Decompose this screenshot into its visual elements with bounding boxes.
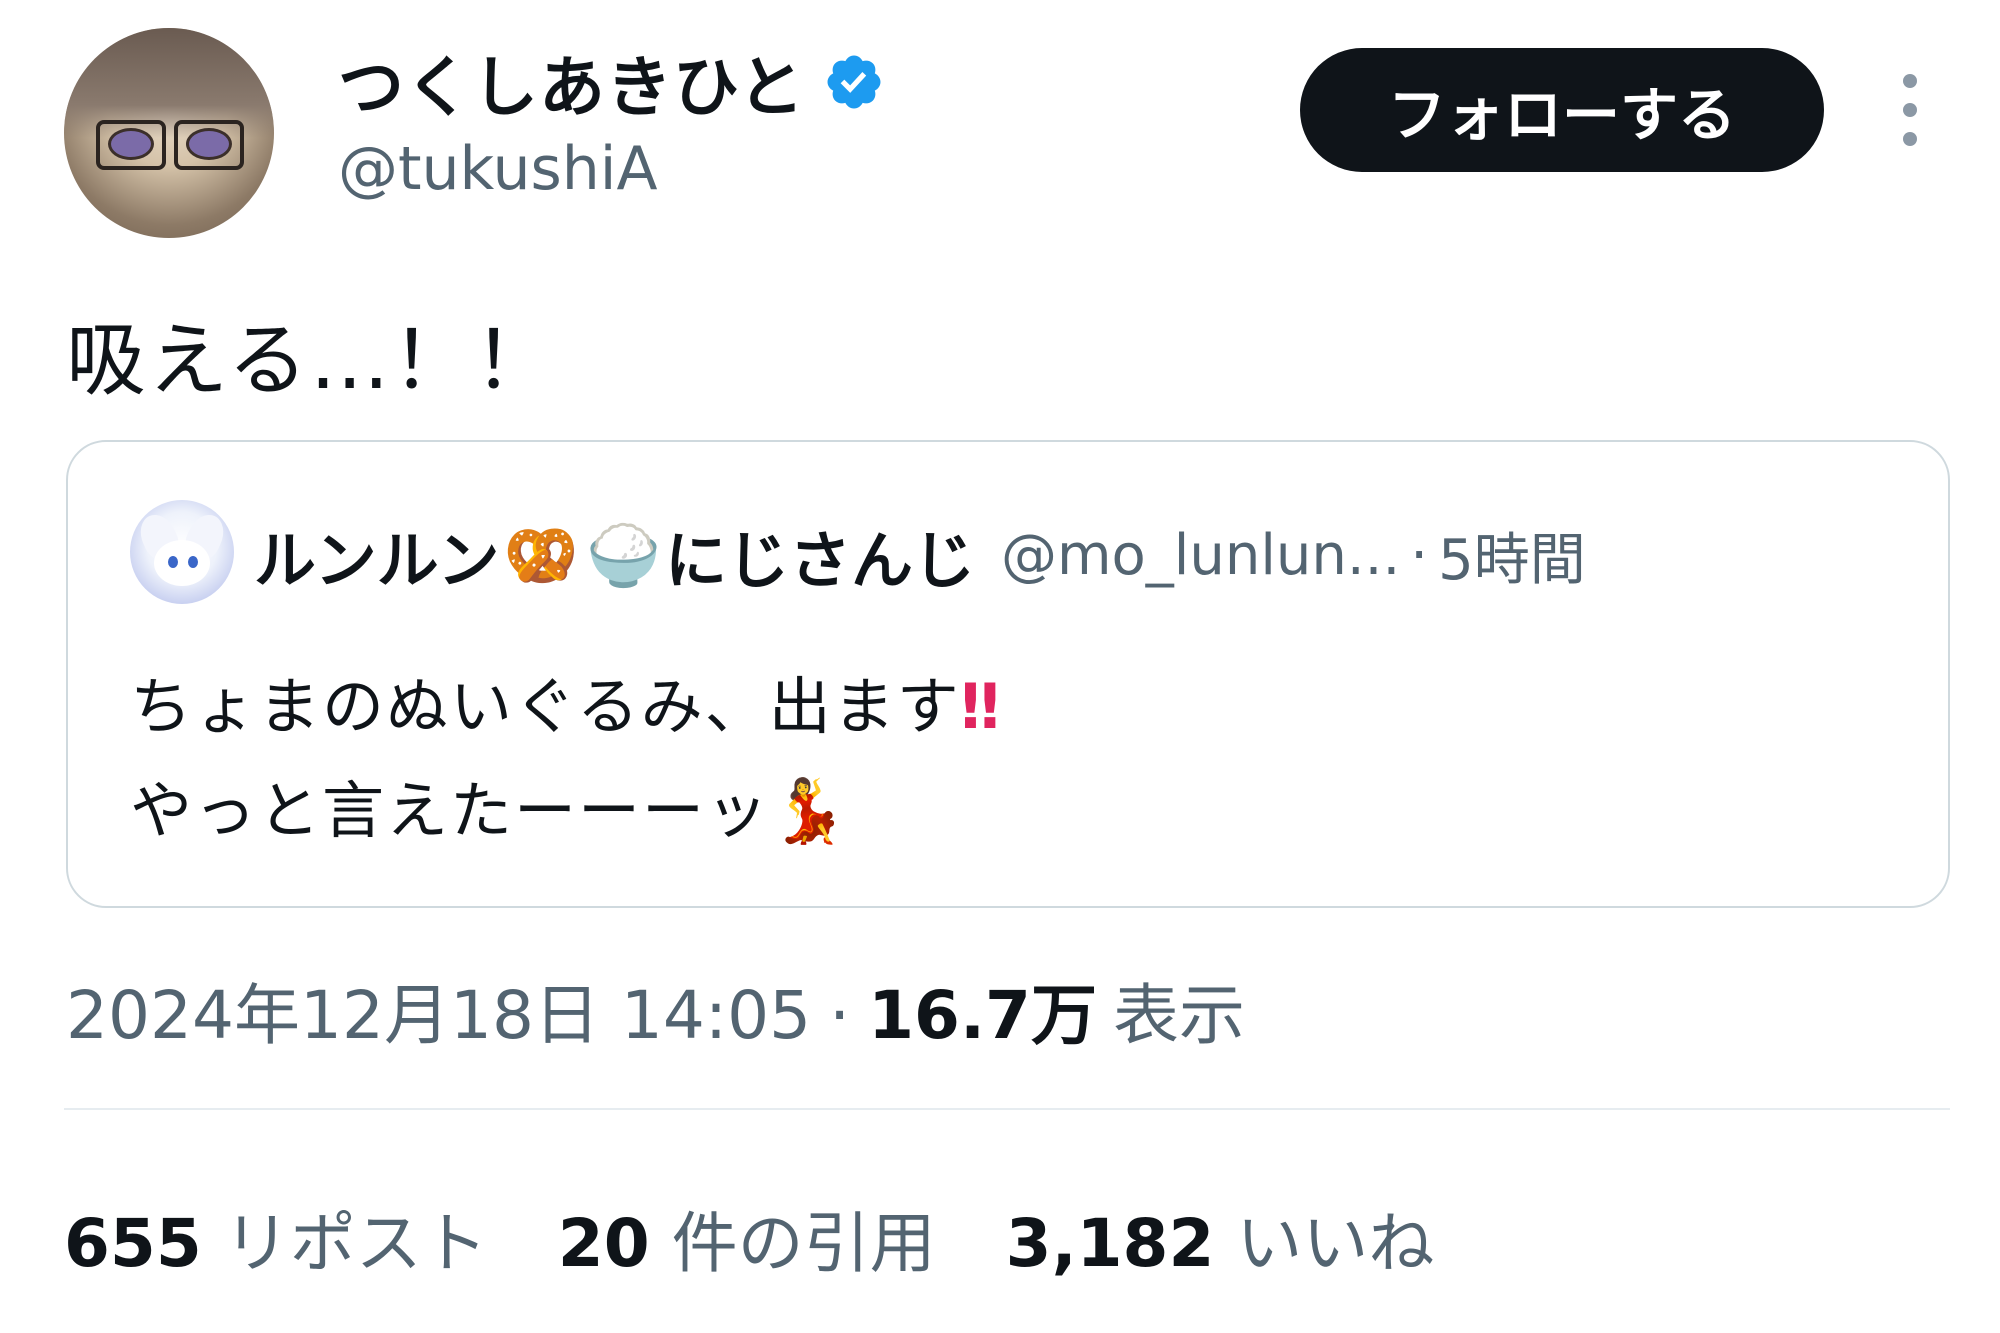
divider [64,1108,1950,1110]
tweet-datetime[interactable]: 2024年12月18日 14:05 [66,962,811,1058]
author-avatar[interactable] [64,28,274,238]
quote-name-part1: ルンルン [254,524,500,597]
likes-label[interactable]: いいね [1236,1190,1434,1286]
quote-timestamp[interactable]: 5時間 [1438,515,1586,596]
verified-badge-icon[interactable] [823,51,885,113]
more-dot [1903,74,1917,88]
quote-header: ルンルン 🥨 🍚 にじさんじ @mo_lunlun... · 5時間 [254,510,1586,600]
author-display-name[interactable]: つくしあきひと [338,34,805,130]
quotes-count[interactable]: 20 [558,1205,650,1282]
likes-count[interactable]: 3,182 [1006,1205,1215,1282]
follow-button[interactable]: フォローする [1300,48,1824,172]
avatar-face [154,540,210,586]
quote-text-line-1: ちょまのぬいぐるみ、出ます‼ [130,656,1000,746]
pretzel-emoji-icon: 🥨 [503,520,579,591]
rice-emoji-icon: 🍚 [586,520,661,591]
tweet-text: 吸える…！！ [66,314,556,407]
reposts-label[interactable]: リポスト [224,1190,488,1286]
engagement-stats: 655 リポスト 20 件の引用 3,182 いいね [64,1190,1504,1286]
avatar-eye-left [168,556,178,568]
author-name-row: つくしあきひと [338,42,885,126]
separator-dot: · [829,977,851,1054]
avatar-glasses-right [174,120,244,170]
dancer-emoji-icon: 💃 [770,774,850,847]
quote-line2-text: やっと言えたーーーッ [130,774,771,847]
quote-author-handle[interactable]: @mo_lunlun... [1001,523,1400,588]
avatar-eye-right [188,556,198,568]
quotes-label[interactable]: 件の引用 [672,1190,936,1286]
avatar-hair [64,28,274,138]
quote-line1-text: ちょまのぬいぐるみ、出ます [130,670,961,743]
quote-text-line-2: やっと言えたーーーッ💃 [130,760,849,850]
separator-dot: · [1410,522,1429,588]
views-label: 表示 [1112,977,1245,1054]
quote-name-part2: にじさんじ [664,524,975,597]
avatar-glasses-left [96,120,166,170]
reposts-count[interactable]: 655 [64,1205,202,1282]
quote-author-name[interactable]: ルンルン 🥨 🍚 にじさんじ [254,510,975,600]
more-dot [1903,103,1917,117]
author-handle[interactable]: @tukushiA [338,134,657,204]
quote-author-avatar[interactable] [130,500,234,604]
tweet-meta: 2024年12月18日 14:05 · 16.7万 表示 [66,962,1245,1058]
double-exclamation-emoji-icon: ‼ [960,670,1000,743]
views-count[interactable]: 16.7万 [868,962,1097,1058]
more-dot [1903,132,1917,146]
more-vertical-icon[interactable] [1890,74,1930,146]
